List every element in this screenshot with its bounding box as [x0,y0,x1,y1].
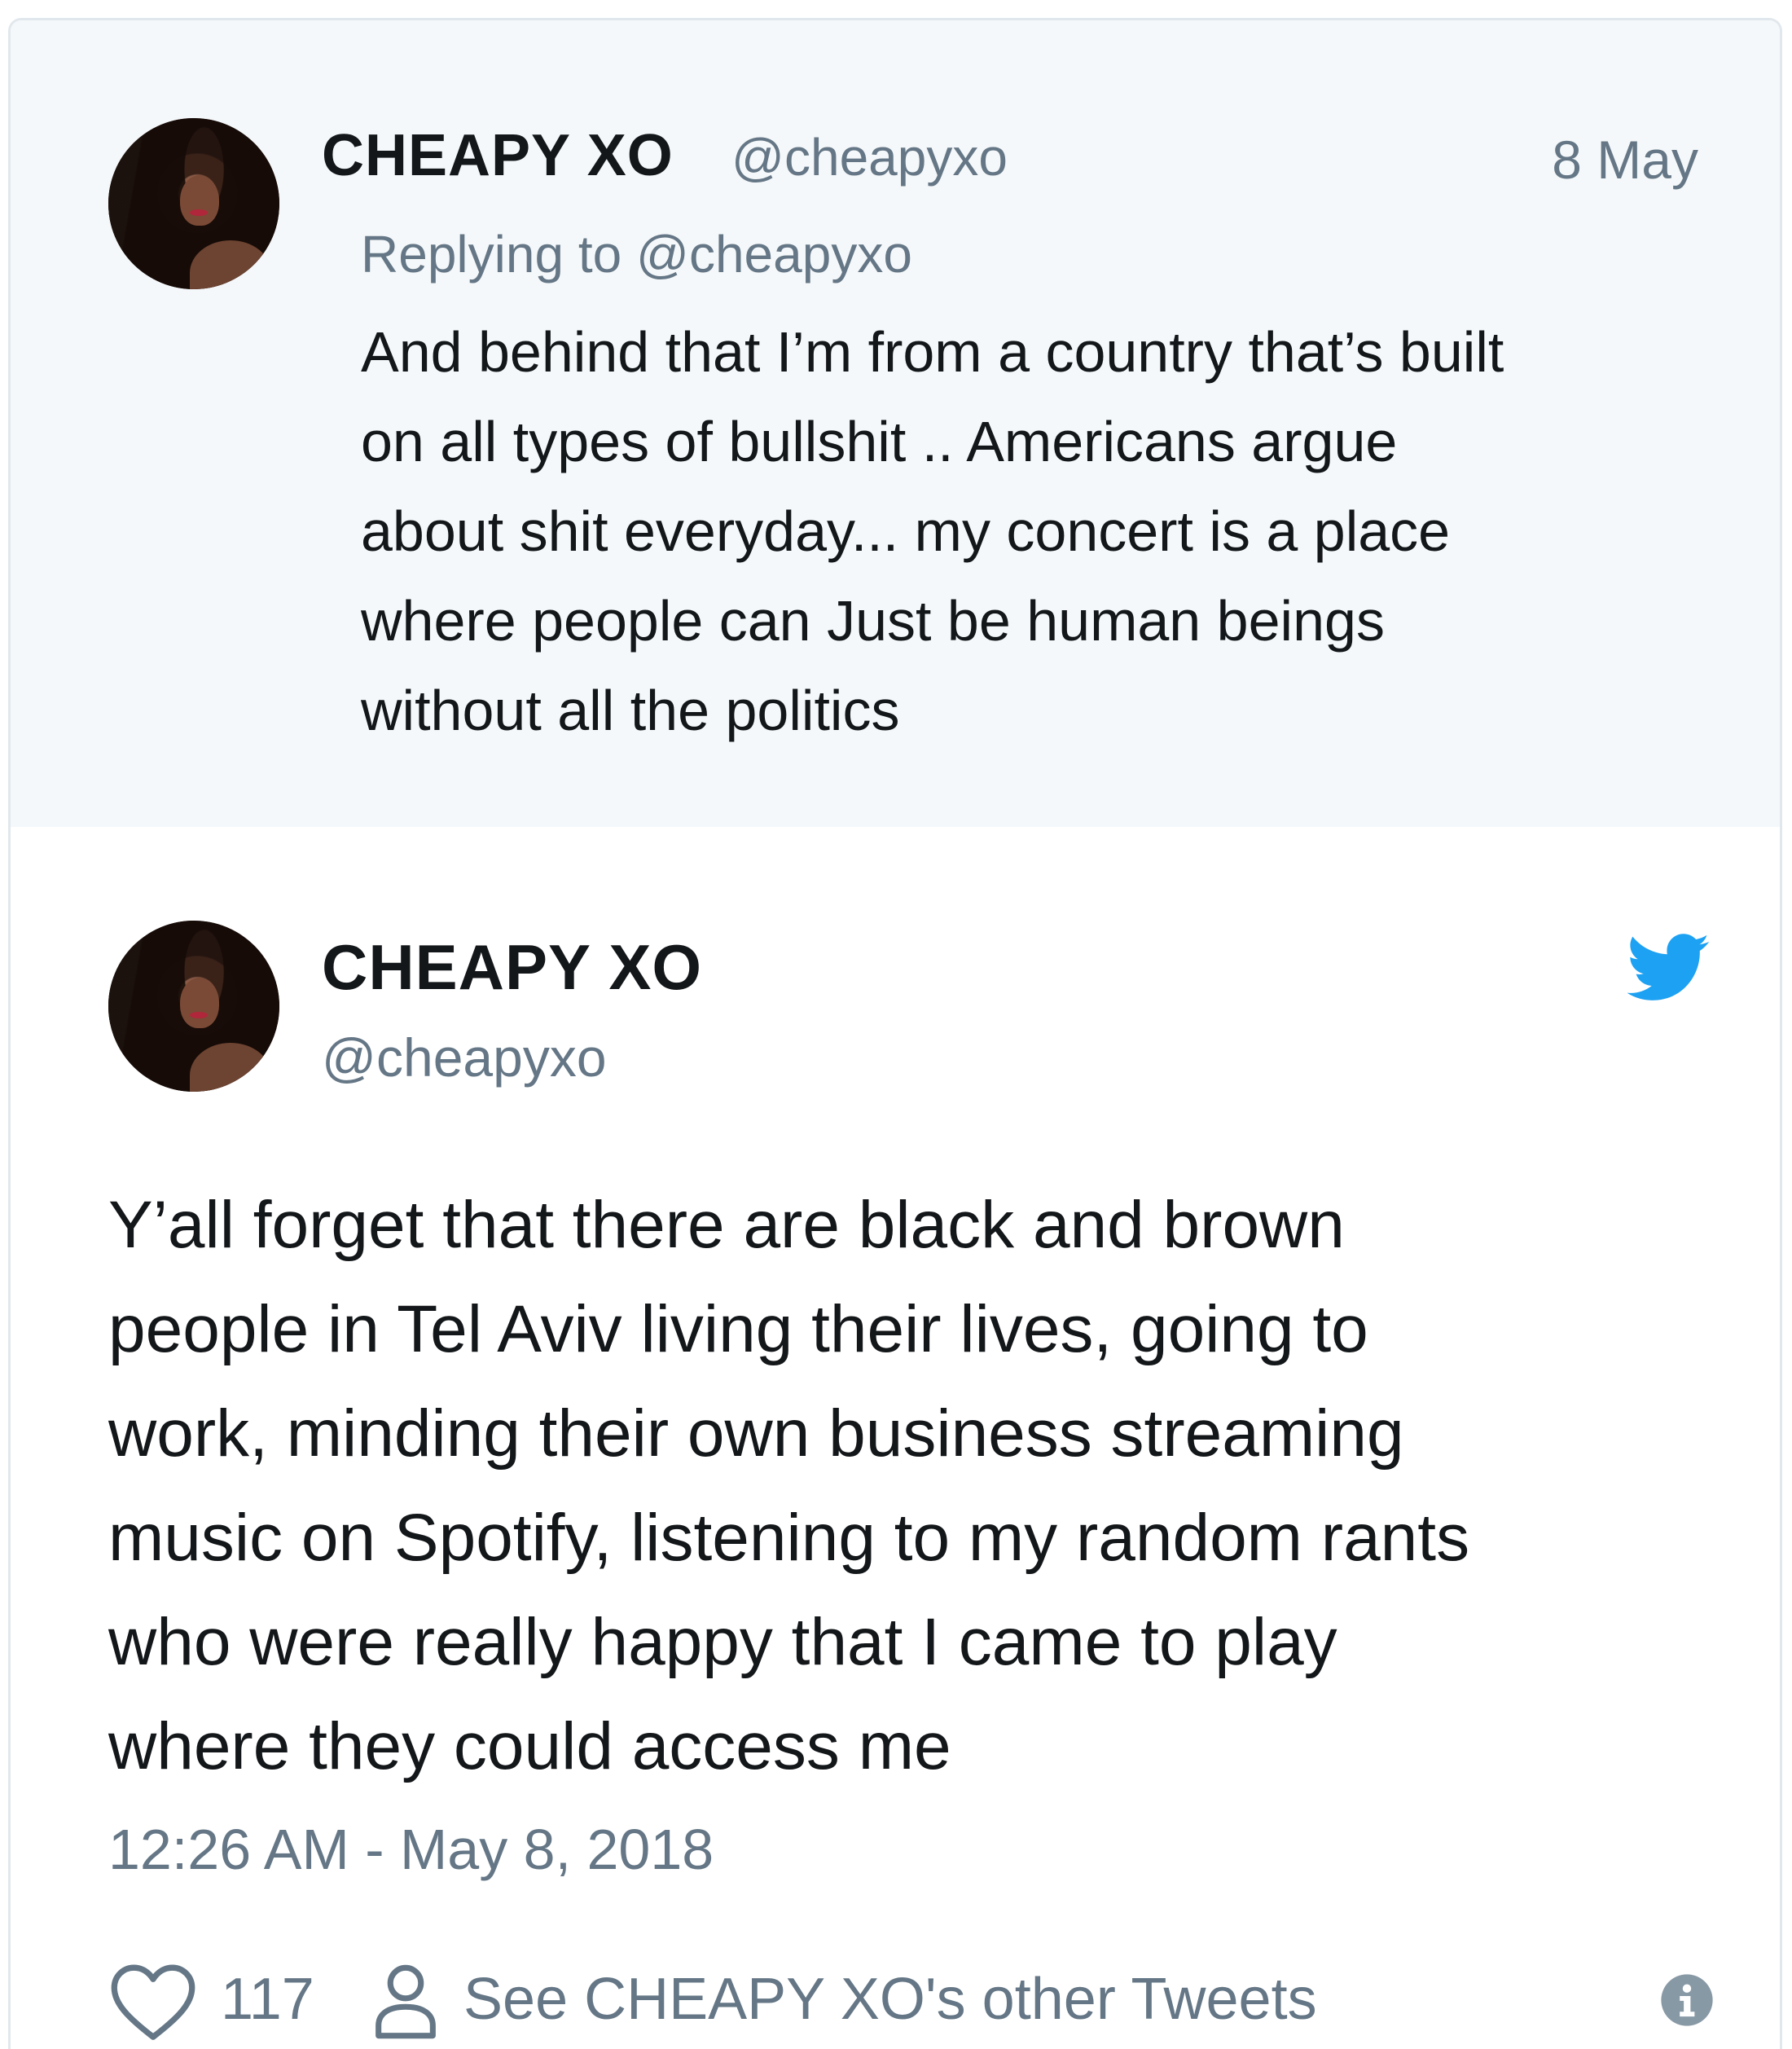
main-tweet-line: work, minding their own business streami… [108,1396,1404,1471]
tweet-timestamp[interactable]: 12:26 AM - May 8, 2018 [108,1817,714,1882]
parent-author-handle[interactable]: @cheapyxo [731,127,1008,187]
embedded-tweet-card: CHEAPY XO @cheapyxo 8 May Replying to @c… [8,18,1782,2049]
parent-avatar[interactable] [108,118,279,289]
parent-tweet-line: on all types of bullshit .. Americans ar… [361,410,1398,473]
parent-tweet-line: without all the politics [361,679,900,742]
main-tweet-text: Y’all forget that there are black and br… [108,1173,1737,1799]
parent-tweet-line: And behind that I’m from a country that’… [361,320,1504,384]
parent-tweet[interactable]: CHEAPY XO @cheapyxo 8 May Replying to @c… [11,20,1780,827]
main-author-name[interactable]: CHEAPY XO [322,930,702,1005]
see-other-tweets-link[interactable]: See CHEAPY XO's other Tweets [463,1966,1317,2033]
replying-to-label[interactable]: Replying to @cheapyxo [361,224,912,284]
parent-tweet-date[interactable]: 8 May [1552,129,1698,191]
info-icon[interactable] [1660,1973,1714,2027]
twitter-bird-icon[interactable] [1627,933,1711,1006]
parent-tweet-line: where people can Just be human beings [361,589,1385,653]
main-tweet-line: where they could access me [108,1709,951,1783]
parent-author-name[interactable]: CHEAPY XO [322,122,674,189]
main-tweet-line: who were really happy that I came to pla… [108,1605,1337,1679]
tweet-actions: 117 See CHEAPY XO's other Tweets [108,1951,1713,2042]
main-tweet-line: people in Tel Aviv living their lives, g… [108,1292,1368,1366]
heart-icon[interactable] [108,1961,198,2042]
main-avatar[interactable] [108,921,279,1092]
main-tweet-line: music on Spotify, listening to my random… [108,1501,1470,1575]
main-tweet-line: Y’all forget that there are black and br… [108,1188,1345,1262]
person-icon[interactable] [369,1961,442,2042]
like-count[interactable]: 117 [221,1966,314,2033]
parent-tweet-line: about shit everyday... my concert is a p… [361,499,1451,563]
parent-tweet-text: And behind that I’m from a country that’… [361,307,1746,755]
main-author-handle[interactable]: @cheapyxo [322,1027,607,1088]
